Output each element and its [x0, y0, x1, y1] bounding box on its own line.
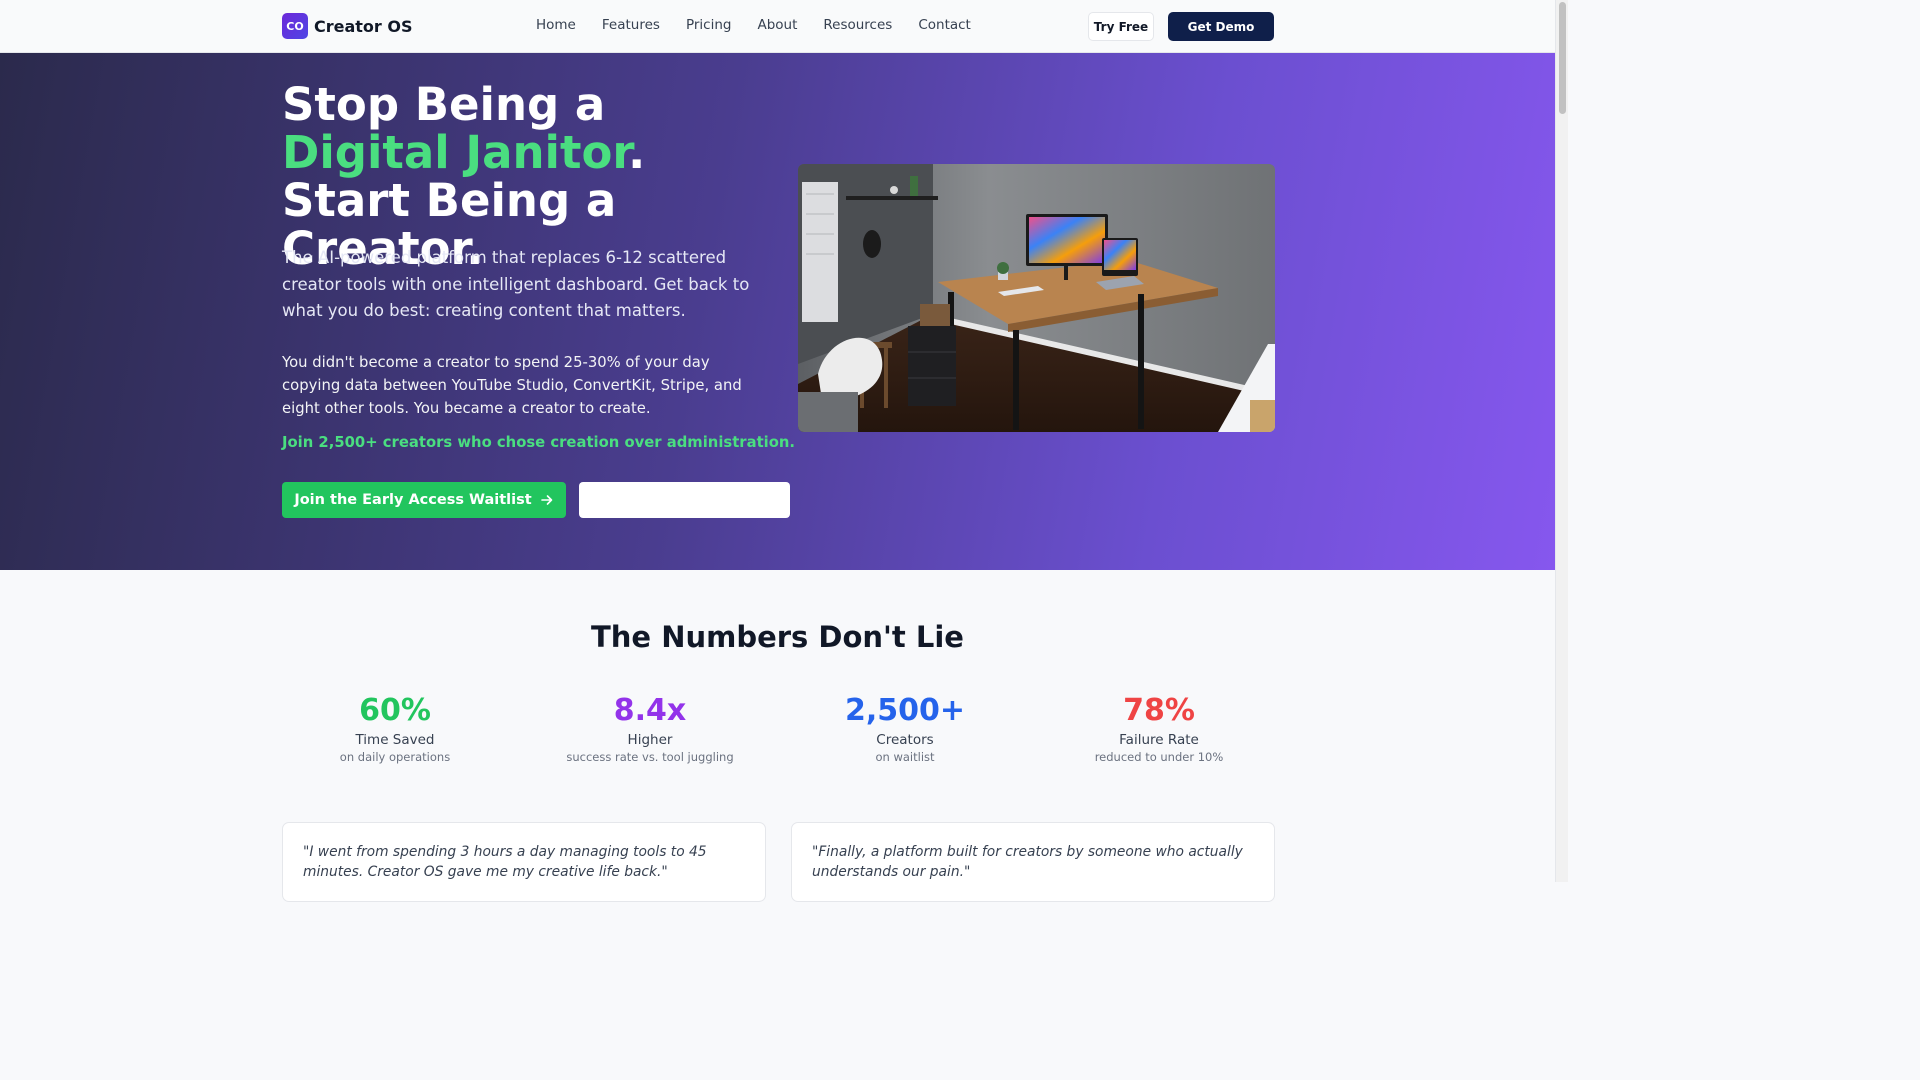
scrollbar-thumb[interactable]: [1559, 2, 1566, 114]
stat-label: Higher: [627, 732, 673, 748]
nav-link-home[interactable]: Home: [536, 17, 576, 33]
hero-image: [798, 164, 1275, 432]
testimonial-card: "Finally, a platform built for creators …: [791, 822, 1275, 902]
page-scrollbar[interactable]: [1555, 0, 1568, 882]
brand-name: Creator OS: [314, 16, 413, 36]
get-demo-button[interactable]: Get Demo: [1168, 12, 1274, 41]
hero-body-text: You didn't become a creator to spend 25-…: [282, 354, 742, 417]
try-free-button[interactable]: Try Free: [1088, 12, 1154, 41]
testimonial-quote: "Finally, a platform built for creators …: [812, 844, 1243, 880]
stat-failure-rate: 78% Failure Rate reduced to under 10%: [1044, 693, 1274, 765]
stat-value: 78%: [1123, 693, 1195, 728]
nav-link-resources[interactable]: Resources: [823, 17, 892, 33]
stat-note: on daily operations: [339, 750, 451, 764]
hero-subtitle: The AI-powered platform that replaces 6-…: [282, 248, 750, 320]
hero-title-accent: Digital Janitor: [282, 126, 629, 179]
stat-time-saved: 60% Time Saved on daily operations: [280, 693, 510, 765]
stat-label: Creators: [876, 732, 934, 748]
secondary-cta-button[interactable]: [579, 482, 790, 518]
stat-label: Failure Rate: [1119, 732, 1199, 748]
arrow-right-icon: [540, 495, 552, 505]
hero-join-line: Join 2,500+ creators who chose creation …: [282, 434, 796, 451]
stat-value: 60%: [359, 693, 431, 728]
desk-photo: [798, 164, 1275, 432]
stat-note: reduced to under 10%: [1094, 750, 1224, 764]
stat-creators: 2,500+ Creators on waitlist: [790, 693, 1020, 765]
nav-link-features[interactable]: Features: [602, 17, 660, 33]
nav-link-contact[interactable]: Contact: [918, 17, 971, 33]
stat-note: on waitlist: [875, 750, 935, 764]
nav-links: Home Features Pricing About Resources Co…: [536, 17, 971, 33]
nav-link-pricing[interactable]: Pricing: [686, 17, 732, 33]
stat-higher: 8.4x Higher success rate vs. tool juggli…: [535, 693, 765, 765]
testimonial-quote: "I went from spending 3 hours a day mana…: [303, 844, 707, 880]
stats-title: The Numbers Don't Lie: [591, 620, 964, 654]
logo-badge: CO: [282, 13, 308, 39]
brand-logo[interactable]: CO Creator OS: [282, 13, 413, 39]
stat-label: Time Saved: [355, 732, 435, 748]
testimonial-card: "I went from spending 3 hours a day mana…: [282, 822, 766, 902]
stat-value: 8.4x: [613, 693, 687, 728]
hero-section: Stop Being a Digital Janitor. Start Bein…: [0, 53, 1555, 570]
top-navbar: CO Creator OS Home Features Pricing Abou…: [0, 0, 1555, 53]
nav-link-about[interactable]: About: [757, 17, 797, 33]
join-waitlist-label: Join the Early Access Waitlist: [294, 492, 532, 508]
stat-value: 2,500+: [844, 693, 966, 728]
hero-title-part1: Stop Being a: [282, 78, 606, 131]
join-waitlist-button[interactable]: Join the Early Access Waitlist: [282, 482, 566, 518]
stat-note: success rate vs. tool juggling: [566, 750, 734, 764]
